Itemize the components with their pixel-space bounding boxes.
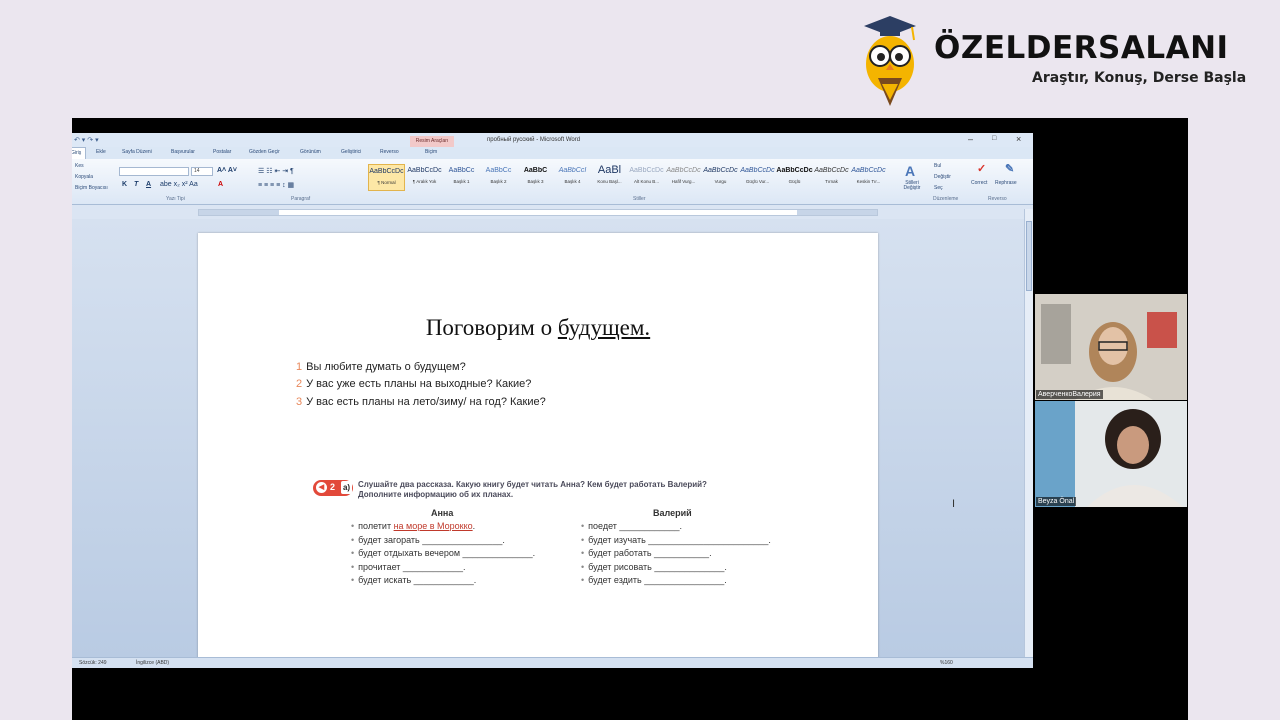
find-button[interactable]: Bul: [934, 163, 941, 169]
zoom-level[interactable]: %160: [940, 660, 953, 666]
style-subtle-emphasis[interactable]: AaBbCcDc Hafif Vurg...: [665, 164, 702, 191]
alignment-buttons[interactable]: ≡ ≡ ≡ ≡ ↕ ▦: [258, 181, 294, 189]
audio-exercise-badge: ◀ 2 а): [313, 480, 353, 496]
change-styles-icon[interactable]: A: [905, 163, 915, 179]
style-heading-2[interactable]: AaBbCc Başlık 2: [480, 164, 517, 191]
participant-2-name: Beyza Önal: [1036, 497, 1077, 506]
style-emphasis[interactable]: AaBbCcDc Vurgu: [702, 164, 739, 191]
tab-page-layout[interactable]: Sayfa Düzeni: [122, 149, 152, 155]
reverso-correct-icon[interactable]: ✓: [977, 162, 986, 175]
group-paragraph-label: Paragraf: [291, 196, 311, 202]
status-bar: Sözcük: 249 İngilizce (ABD) %160: [72, 657, 1033, 668]
anna-item: • будет загорать ________________.: [351, 535, 505, 545]
font-color-button[interactable]: A: [218, 181, 223, 188]
owl-mascot-icon: [864, 16, 916, 106]
anna-item: • будет отдыхать вечером ______________.: [351, 548, 536, 558]
font-size-select[interactable]: 14: [191, 167, 213, 176]
valery-item: • будет ездить ________________.: [581, 575, 727, 585]
text-cursor-icon: I: [952, 498, 956, 510]
ribbon-tabs: Giriş Ekle Sayfa Düzeni Başvurular Posta…: [72, 147, 1033, 159]
style-title[interactable]: AaBl Konu Başl...: [591, 164, 628, 191]
reverso-rephrase-button[interactable]: Rephrase: [995, 180, 1017, 186]
style-intense-emphasis[interactable]: AaBbCcDc Güçlü Vur...: [739, 164, 776, 191]
vertical-scrollbar[interactable]: [1024, 209, 1033, 659]
brand-tagline: Araştır, Konuş, Derse Başla: [1032, 70, 1247, 86]
speaker-icon: ◀: [316, 482, 327, 493]
tab-references[interactable]: Başvurular: [171, 149, 195, 155]
italic-button[interactable]: T: [134, 181, 138, 188]
document-title: Поговорим о будущем.: [425, 315, 651, 340]
font-name-select[interactable]: [119, 167, 189, 176]
quick-access-toolbar[interactable]: ↶ ▾ ↷ ▾: [74, 136, 99, 144]
word-count[interactable]: Sözcük: 249: [79, 660, 107, 666]
replace-button[interactable]: Değiştir: [934, 174, 951, 180]
tab-review[interactable]: Gözden Geçir: [249, 149, 280, 155]
picture-tools-context-tab: Resim Araçları: [410, 136, 454, 147]
cut-button[interactable]: Kes: [75, 163, 84, 169]
question-2: 2У вас уже есть планы на выходные? Какие…: [296, 378, 532, 390]
tab-home[interactable]: Giriş: [72, 147, 87, 159]
anna-item: • будет искать ____________.: [351, 575, 477, 585]
tab-format[interactable]: Biçim: [425, 149, 437, 155]
copy-button[interactable]: Kopyala: [75, 174, 93, 180]
style-quote[interactable]: AaBbCcDc Tırnak: [813, 164, 850, 191]
question-1: 1 Вы любите думать о будущем?: [296, 361, 466, 373]
tab-insert[interactable]: Ekle: [96, 149, 106, 155]
participant-1-name: АверченкоВалерия: [1036, 390, 1103, 399]
valery-heading: Валерий: [653, 508, 692, 518]
valery-item: • поедет ____________.: [581, 521, 682, 531]
style-heading-3[interactable]: AaBbC Başlık 3: [517, 164, 554, 191]
brand-name: ÖZELDERSALANI: [934, 30, 1229, 66]
maximize-icon[interactable]: □: [992, 135, 996, 142]
tab-view[interactable]: Görünüm: [300, 149, 321, 155]
font-effects-buttons[interactable]: abe x₂ x² Aa: [160, 181, 198, 188]
group-font-label: Yazı Tipi: [166, 196, 185, 202]
style-strong[interactable]: AaBbCcDc Güçlü: [776, 164, 813, 191]
anna-item: • прочитает ____________.: [351, 562, 466, 572]
bold-button[interactable]: K: [122, 181, 127, 188]
style-heading-4[interactable]: AaBbCcI Başlık 4: [554, 164, 591, 191]
underline-button[interactable]: A: [146, 181, 151, 188]
valery-item: • будет рисовать ______________.: [581, 562, 727, 572]
anna-heading: Анна: [431, 508, 454, 518]
valery-item: • будет работать ___________.: [581, 548, 712, 558]
question-3: 3У вас есть планы на лето/зиму/ на год? …: [296, 396, 546, 408]
reverso-correct-button[interactable]: Correct: [971, 180, 987, 186]
language-indicator[interactable]: İngilizce (ABD): [136, 660, 169, 666]
brand-logo: ÖZELDERSALANI Araştır, Konuş, Derse Başl…: [852, 12, 1262, 112]
valery-item: • будет изучать ________________________.: [581, 535, 771, 545]
format-painter-button[interactable]: Biçim Boyacısı: [75, 185, 108, 191]
participant-1-image: [1035, 294, 1187, 400]
document-page[interactable]: Поговорим о будущем. 1 Вы любите думать о…: [198, 233, 955, 663]
group-editing-label: Düzenleme: [933, 196, 959, 202]
style-heading-1[interactable]: AaBbCc Başlık 1: [443, 164, 480, 191]
tab-mailings[interactable]: Postalar: [213, 149, 231, 155]
ribbon: Kes Kopyala Biçim Boyacısı 14 A˄ A˅ K T …: [72, 159, 1033, 205]
participant-video-2: Beyza Önal: [1035, 401, 1187, 507]
exercise-instructions: Слушайте два рассказа. Какую книгу будет…: [358, 480, 707, 499]
tab-developer[interactable]: Geliştirici: [341, 149, 361, 155]
anna-item: • полетит на море в Морокко.: [351, 521, 476, 531]
horizontal-ruler[interactable]: [198, 209, 878, 216]
reverso-rephrase-icon[interactable]: ✎: [1005, 162, 1014, 175]
select-button[interactable]: Seç: [934, 185, 943, 191]
close-icon[interactable]: ×: [1016, 134, 1021, 144]
participant-2-image: [1035, 401, 1187, 507]
style-no-spacing[interactable]: AaBbCcDc ¶ Aralık Yok: [406, 164, 443, 191]
minimize-icon[interactable]: –: [968, 134, 973, 144]
tab-reverso[interactable]: Reverso: [380, 149, 399, 155]
style-normal[interactable]: AaBbCcDc ¶ Normal: [368, 164, 405, 191]
grow-font-button[interactable]: A˄ A˅: [217, 167, 237, 174]
word-window: ↶ ▾ ↷ ▾ Resim Araçları пробный русский -…: [72, 133, 1033, 668]
style-subtitle[interactable]: AaBbCcDc Alt Konu B...: [628, 164, 665, 191]
group-styles-label: Stiller: [633, 196, 646, 202]
participant-video-1: АверченкоВалерия: [1035, 294, 1187, 400]
title-bar: ↶ ▾ ↷ ▾ Resim Araçları пробный русский -…: [72, 133, 1033, 147]
change-styles-button[interactable]: Stilleri Değiştir: [900, 181, 924, 191]
list-buttons[interactable]: ☰ ☷ ⇤ ⇥ ¶: [258, 167, 294, 175]
style-intense-quote[interactable]: AaBbCcDc Keskin Tır...: [850, 164, 887, 191]
window-title: пробный русский - Microsoft Word: [487, 137, 581, 143]
group-reverso-label: Reverso: [988, 196, 1007, 202]
